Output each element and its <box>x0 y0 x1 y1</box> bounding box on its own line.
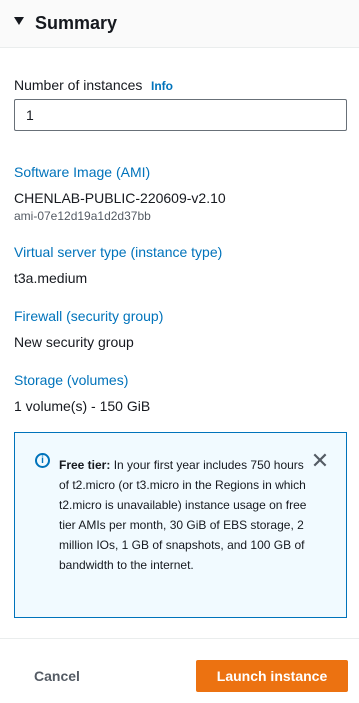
launch-instance-button[interactable]: Launch instance <box>196 660 348 692</box>
free-tier-text: In your first year includes 750 hours of… <box>59 458 307 572</box>
close-icon[interactable]: ✕ <box>310 450 330 472</box>
summary-header[interactable]: Summary <box>0 0 359 48</box>
footer-divider <box>0 638 359 639</box>
caret-down-icon[interactable] <box>14 17 24 25</box>
instance-type-link[interactable]: Virtual server type (instance type) <box>14 243 222 261</box>
storage-value: 1 volume(s) - 150 GiB <box>14 398 151 414</box>
storage-link[interactable]: Storage (volumes) <box>14 371 128 389</box>
free-tier-alert: i Free tier: In your first year includes… <box>14 432 347 618</box>
instances-label: Number of instances <box>14 77 143 93</box>
free-tier-message: Free tier: In your first year includes 7… <box>59 455 311 575</box>
info-link[interactable]: Info <box>151 77 173 95</box>
free-tier-title: Free tier: <box>59 458 111 472</box>
summary-title: Summary <box>35 13 118 33</box>
ami-id: ami-07e12d19a1d2d37bb <box>14 209 151 223</box>
info-icon: i <box>35 453 50 468</box>
firewall-link[interactable]: Firewall (security group) <box>14 307 163 325</box>
instances-input[interactable] <box>14 99 347 131</box>
ami-name: CHENLAB-PUBLIC-220609-v2.10 <box>14 190 226 206</box>
instance-type-value: t3a.medium <box>14 270 88 286</box>
firewall-value: New security group <box>14 334 134 350</box>
ami-link[interactable]: Software Image (AMI) <box>14 163 150 181</box>
cancel-button[interactable]: Cancel <box>14 660 100 692</box>
